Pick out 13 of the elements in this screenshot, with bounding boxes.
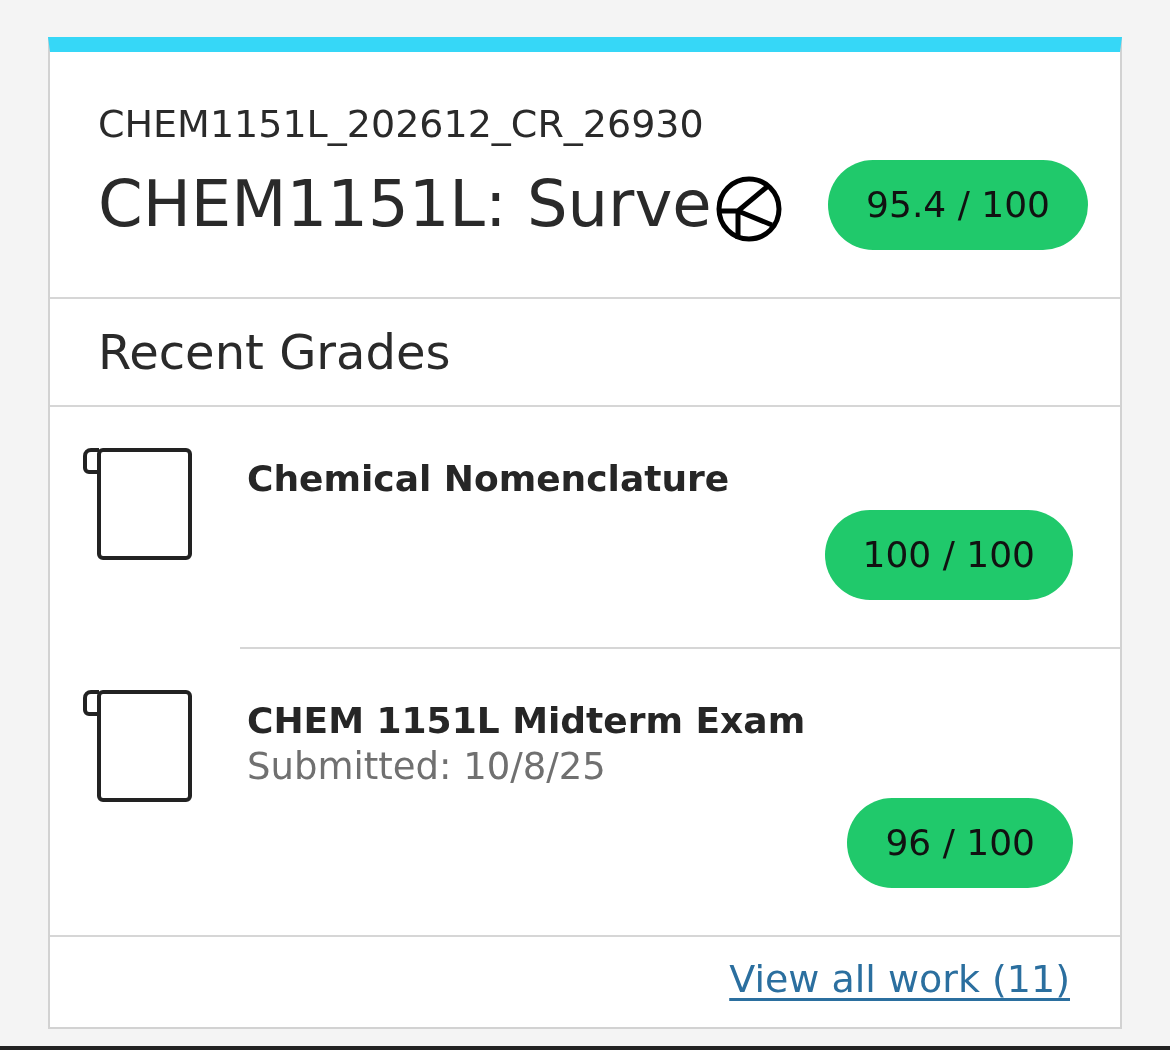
score-badge: 95.4 / 100: [828, 159, 1088, 250]
section-heading: Recent Grades: [50, 296, 1120, 407]
document-icon: [82, 689, 192, 802]
submitted-date: Submitted: 10/8/25: [247, 743, 607, 790]
document-icon: [82, 447, 192, 560]
course-code: CHEM1151L_202612_CR_26930: [98, 102, 705, 148]
assignment-title: Chemical Nomenclature: [247, 456, 731, 501]
assignment-title: CHEM 1151L Midterm Exam: [247, 698, 807, 743]
course-title: CHEM1151L: Surve: [98, 166, 712, 243]
score-badge: 96 / 100: [847, 797, 1073, 888]
view-all-link[interactable]: View all work (11): [729, 954, 1070, 1003]
pie-chart-icon: [715, 174, 782, 243]
score-badge: 100 / 100: [824, 509, 1073, 600]
